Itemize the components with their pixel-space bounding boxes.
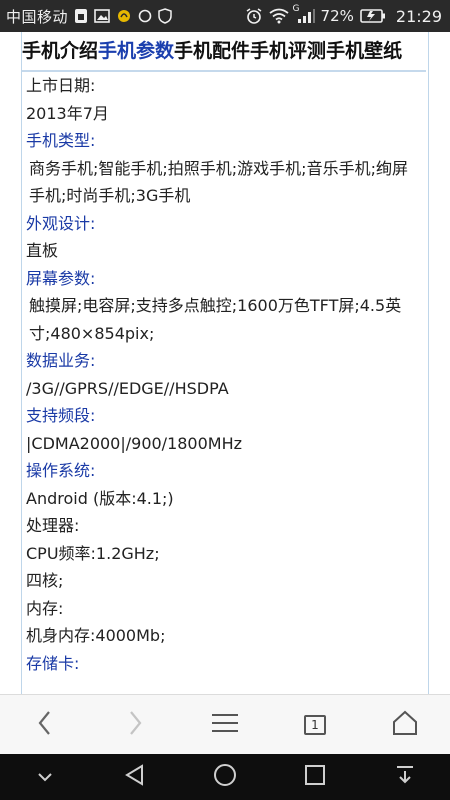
battery-percent: 72% <box>320 7 354 25</box>
system-home-button[interactable] <box>205 757 245 797</box>
back-triangle-icon <box>123 763 147 791</box>
collapse-icon <box>37 768 53 787</box>
home-circle-icon <box>212 762 238 792</box>
spec-label-processor: 处理器: <box>26 516 80 535</box>
back-icon <box>35 709 55 741</box>
tabs-icon: 1 <box>304 715 326 735</box>
collapse-button[interactable] <box>25 757 65 797</box>
spec-value-design: 直板 <box>26 241 59 260</box>
forward-icon <box>125 709 145 741</box>
spec-label-data-service[interactable]: 数据业务: <box>26 347 422 375</box>
top-nav: 手机介绍 手机参数 手机配件 手机评测 手机壁纸 <box>22 34 426 72</box>
spec-value-release-date: 2013年7月 <box>26 103 109 123</box>
network-type: G <box>292 4 300 14</box>
spec-value-cores: 四核; <box>26 571 64 590</box>
menu-icon <box>210 712 240 738</box>
tabs-button[interactable]: 1 <box>293 703 337 747</box>
spec-value-phone-type: 商务手机;智能手机;拍照手机;游戏手机;音乐手机;绚屏手机;时尚手机;3G手机 <box>29 158 408 206</box>
menu-button[interactable] <box>203 703 247 747</box>
spec-label-phone-type[interactable]: 手机类型: <box>26 127 422 155</box>
notification-pull-icon <box>394 764 416 790</box>
spec-label-frequency[interactable]: 支持频段: <box>26 402 422 430</box>
forward-button[interactable] <box>113 703 157 747</box>
web-page: 手机介绍 手机参数 手机配件 手机评测 手机壁纸 上市日期: 2013年7月 手… <box>0 32 450 694</box>
spec-list: 上市日期: 2013年7月 手机类型: 商务手机;智能手机;拍照手机;游戏手机;… <box>26 72 422 677</box>
home-button[interactable] <box>383 703 427 747</box>
spec-value-data-service: /3G//GPRS//EDGE//HSDPA <box>26 378 229 398</box>
home-icon <box>391 710 419 740</box>
tab-count: 1 <box>311 718 319 732</box>
carrier-name: 中国移动 <box>6 7 69 26</box>
gallery-icon <box>94 8 110 24</box>
back-button[interactable] <box>23 703 67 747</box>
wifi-icon <box>268 8 289 24</box>
spec-value-frequency: |CDMA2000|/900/1800MHz <box>26 433 243 453</box>
sim-icon <box>74 8 88 24</box>
clock: 21:29 <box>395 6 442 26</box>
spec-value-screen: 触摸屏;电容屏;支持多点触控;1600万色TFT屏;4.5英寸;480×854p… <box>29 296 402 343</box>
spec-label-storage-card[interactable]: 存储卡: <box>26 650 422 678</box>
spec-label-memory: 内存: <box>26 598 64 618</box>
nav-phone-wallpapers[interactable]: 手机壁纸 <box>326 34 402 70</box>
system-back-button[interactable] <box>115 757 155 797</box>
signal-icon: G <box>293 4 315 24</box>
spec-label-screen[interactable]: 屏幕参数: <box>26 265 422 293</box>
spec-label-release-date: 上市日期: <box>26 76 96 95</box>
notification-pull-button[interactable] <box>385 757 425 797</box>
spec-value-memory: 机身内存:4000Mb; <box>26 626 166 645</box>
system-nav-bar <box>0 754 450 800</box>
spec-value-os: Android (版本:4.1;) <box>26 488 174 508</box>
app-icon <box>116 8 132 24</box>
nav-phone-reviews[interactable]: 手机评测 <box>250 34 326 70</box>
alarm-icon <box>245 7 263 25</box>
spec-label-os[interactable]: 操作系统: <box>26 457 422 485</box>
nav-phone-intro[interactable]: 手机介绍 <box>22 34 98 70</box>
browser-toolbar: 1 <box>0 694 450 755</box>
battery-icon <box>360 8 386 24</box>
circle-icon <box>138 9 152 23</box>
shield-icon <box>158 8 172 24</box>
spec-label-design[interactable]: 外观设计: <box>26 210 422 238</box>
spec-value-cpu-frequency: CPU频率:1.2GHz; <box>26 543 160 563</box>
nav-phone-specs[interactable]: 手机参数 <box>98 34 174 70</box>
nav-phone-accessories[interactable]: 手机配件 <box>174 34 250 70</box>
status-bar: 中国移动 G 72% 21:29 <box>0 0 450 32</box>
recents-square-icon <box>304 764 326 790</box>
system-recents-button[interactable] <box>295 757 335 797</box>
